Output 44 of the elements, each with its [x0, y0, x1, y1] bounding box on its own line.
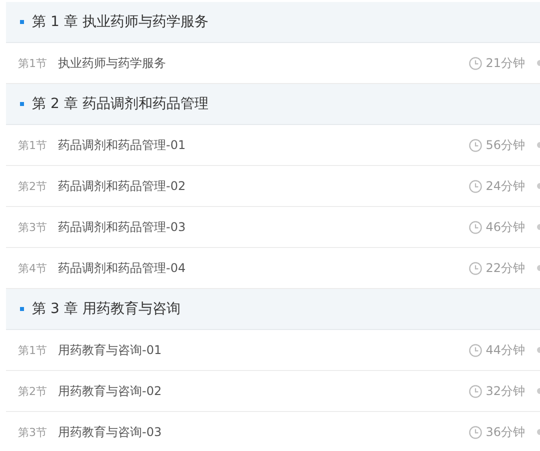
section-number: 第2节 — [18, 384, 48, 398]
clock-icon — [468, 180, 482, 192]
clock-icon — [468, 344, 482, 356]
lesson-title: 用药教育与咨询-01 — [58, 342, 162, 358]
section-number: 第1节 — [18, 56, 48, 70]
lesson-row[interactable]: 第2节 用药教育与咨询-02 32分钟 — [6, 371, 540, 412]
duration: 32分钟 — [486, 382, 525, 400]
duration: 24分钟 — [486, 178, 525, 194]
section-number: 第4节 — [18, 260, 48, 276]
clock-icon — [468, 138, 482, 152]
duration: 56分钟 — [486, 136, 525, 154]
lesson-row[interactable]: 第3节 用药教育与咨询-03 36分钟 — [6, 412, 540, 451]
chapter-title: 第 2 章 药品调剂和药品管理 — [32, 95, 208, 113]
chapter-title: 第 1 章 执业药师与药学服务 — [32, 13, 208, 31]
lesson-row[interactable]: 第1节 药品调剂和药品管理-01 56分钟 — [6, 125, 540, 166]
lesson-title: 执业药师与药学服务 — [58, 54, 166, 72]
duration: 22分钟 — [486, 260, 525, 276]
lesson-title: 药品调剂和药品管理-03 — [58, 218, 186, 236]
lesson-row[interactable]: 第2节 药品调剂和药品管理-02 24分钟 — [6, 166, 540, 207]
lesson-title: 用药教育与咨询-03 — [58, 424, 162, 440]
bullet-icon — [20, 20, 24, 24]
chapter-title: 第 3 章 用药教育与咨询 — [32, 300, 180, 318]
section-number: 第3节 — [18, 220, 48, 234]
clock-icon — [468, 426, 482, 438]
section-number: 第3节 — [18, 424, 48, 440]
clock-icon — [468, 220, 482, 234]
lesson-title: 用药教育与咨询-02 — [58, 382, 162, 400]
bullet-icon — [20, 102, 24, 106]
section-number: 第2节 — [18, 178, 48, 194]
bullet-icon — [20, 307, 24, 311]
clock-icon — [468, 262, 482, 274]
clock-icon — [468, 56, 482, 70]
lesson-row[interactable]: 第3节 药品调剂和药品管理-03 46分钟 — [6, 207, 540, 248]
duration: 44分钟 — [486, 342, 525, 358]
section-number: 第1节 — [18, 342, 48, 358]
lesson-title: 药品调剂和药品管理-01 — [58, 136, 186, 154]
lesson-title: 药品调剂和药品管理-04 — [58, 260, 186, 276]
duration: 36分钟 — [486, 424, 525, 440]
lesson-title: 药品调剂和药品管理-02 — [58, 178, 186, 194]
section-number: 第1节 — [18, 138, 48, 152]
duration: 21分钟 — [486, 54, 525, 72]
lesson-row[interactable]: 第1节 用药教育与咨询-01 44分钟 — [6, 330, 540, 371]
duration: 46分钟 — [486, 218, 525, 236]
clock-icon — [468, 384, 482, 398]
